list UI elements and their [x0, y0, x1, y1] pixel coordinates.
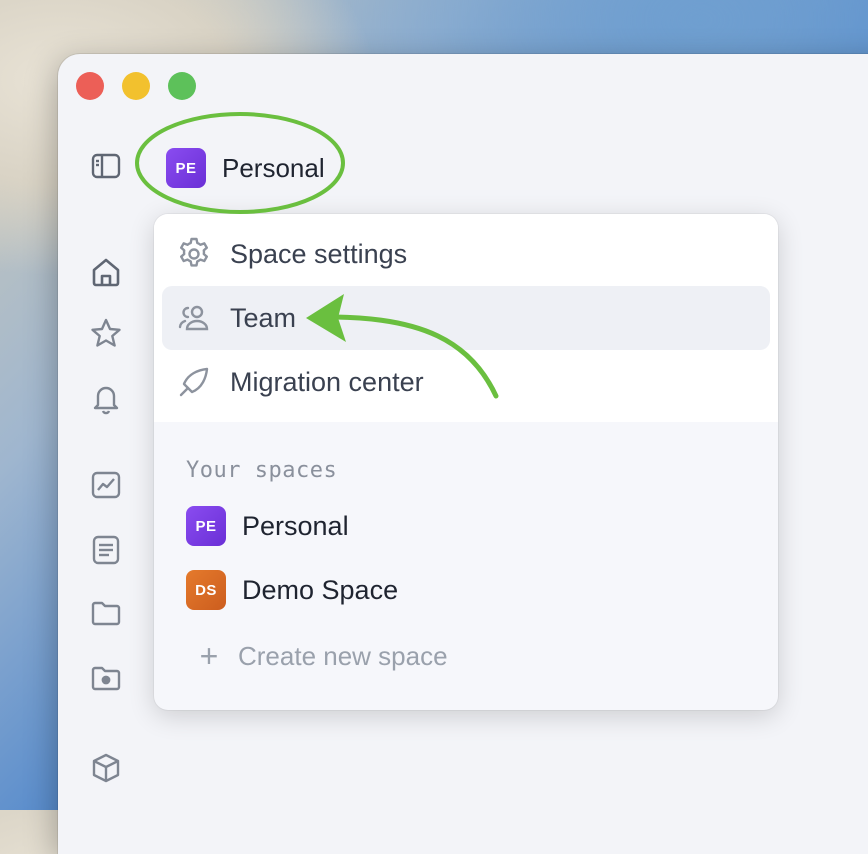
folder-icon[interactable] [88, 595, 124, 631]
space-switcher-button[interactable]: PE Personal [166, 146, 325, 190]
create-space-label: Create new space [238, 640, 448, 671]
menu-item-migration-center[interactable]: Migration center [162, 350, 770, 414]
space-badge: PE [186, 506, 226, 546]
shared-folder-icon[interactable] [88, 660, 124, 696]
space-badge: DS [186, 570, 226, 610]
current-space-name: Personal [222, 152, 325, 183]
close-window-button[interactable] [76, 72, 104, 100]
menu-item-team[interactable]: Team [162, 286, 770, 350]
maximize-window-button[interactable] [168, 72, 196, 100]
menu-item-label: Space settings [230, 238, 408, 269]
space-item-demo-space[interactable]: DS Demo Space [186, 568, 398, 612]
menu-item-space-settings[interactable]: Space settings [162, 222, 770, 286]
minimize-window-button[interactable] [122, 72, 150, 100]
chart-icon[interactable] [88, 467, 124, 503]
plus-icon: + [199, 638, 219, 674]
gear-icon [174, 234, 214, 274]
bell-icon[interactable] [88, 380, 124, 416]
home-icon[interactable] [88, 254, 124, 290]
menu-item-label: Team [230, 302, 297, 333]
menu-item-label: Migration center [230, 366, 424, 397]
space-badge: PE [166, 148, 206, 188]
sidebar-toggle-icon[interactable] [88, 148, 124, 184]
document-icon[interactable] [88, 532, 124, 568]
team-icon [174, 298, 214, 338]
migration-icon [174, 362, 214, 402]
space-menu: Space settings Team Migration center You… [154, 214, 778, 710]
cube-icon[interactable] [88, 750, 124, 786]
star-icon[interactable] [88, 315, 124, 351]
space-item-personal[interactable]: PE Personal [186, 504, 349, 548]
space-item-label: Personal [242, 510, 349, 541]
create-new-space-button[interactable]: + Create new space [194, 634, 448, 678]
space-item-label: Demo Space [242, 574, 399, 605]
spaces-heading: Your spaces [186, 458, 338, 483]
